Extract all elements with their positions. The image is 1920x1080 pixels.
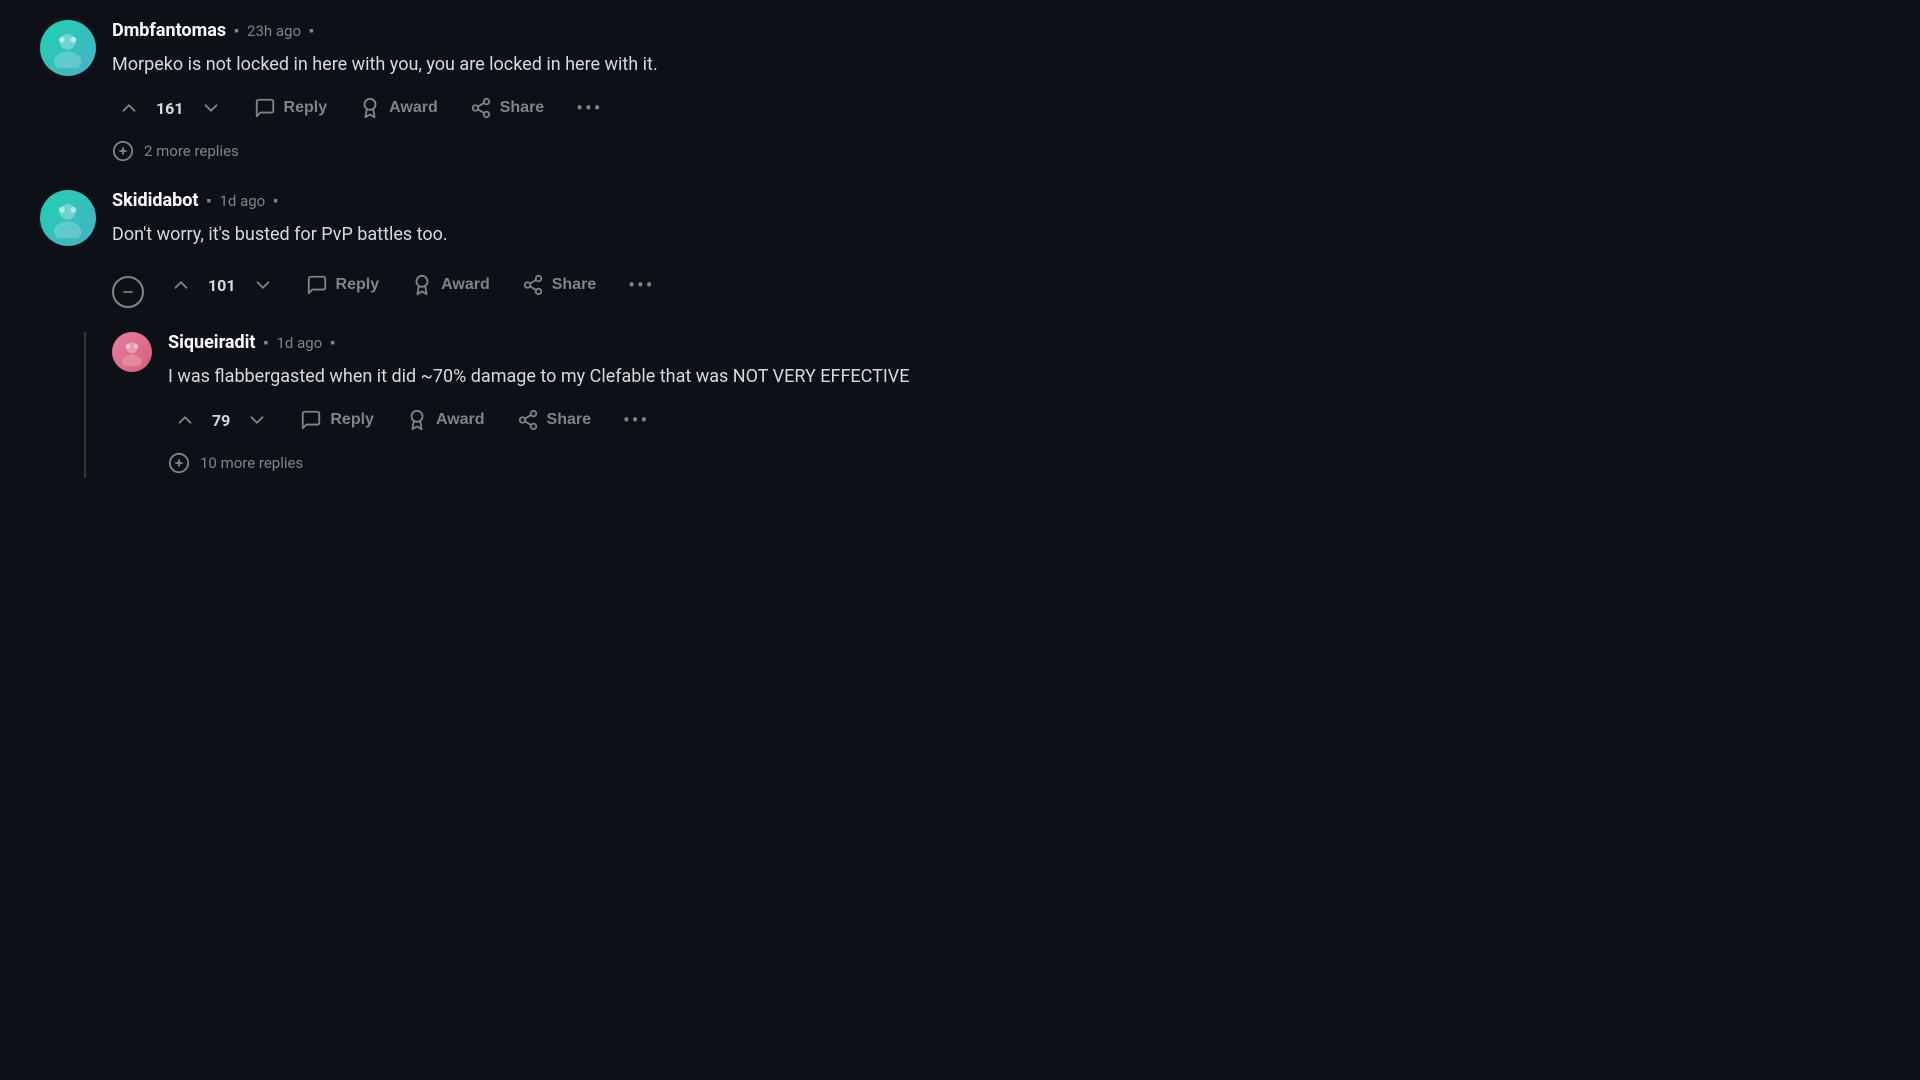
reply-username: Siqueiradit [168,332,255,353]
vote-count: 161 [156,99,184,118]
vote-group-2: 101 [164,270,280,300]
comment-meta: Dmbfantomas ▪ 23h ago ▪ [112,20,1360,41]
reply-vote-group: 79 [168,405,274,435]
username: Dmbfantomas [112,20,226,41]
action-bar: 161 Reply [112,92,1360,124]
avatar-2 [40,190,96,246]
reply-more-options-button[interactable]: ••• [617,404,655,436]
comment-block-2: Skididabot ▪ 1d ago ▪ Don't worry, it's … [40,190,1360,478]
reply-meta: Siqueiradit ▪ 1d ago ▪ [168,332,1360,353]
comment-meta-2: Skididabot ▪ 1d ago ▪ [112,190,1360,211]
avatar-3 [112,332,152,372]
reply-more-replies-button[interactable]: 10 more replies [168,448,1360,478]
reply-reply-button[interactable]: Reply [294,405,380,435]
comment-text-2: Don't worry, it's busted for PvP battles… [112,221,1360,248]
share-button[interactable]: Share [464,93,550,123]
award-button-2[interactable]: Award [405,270,496,300]
action-bar-2: 101 Reply [112,262,1360,308]
reply-downvote-button[interactable] [240,405,274,435]
timestamp: 23h ago [247,22,301,40]
username-2: Skididabot [112,190,199,211]
upvote-button[interactable] [112,93,146,123]
collapse-button[interactable] [112,276,144,308]
downvote-button-2[interactable] [246,270,280,300]
reply-button-2[interactable]: Reply [300,270,386,300]
more-options-button-2[interactable]: ••• [622,269,660,301]
comment-block: Dmbfantomas ▪ 23h ago ▪ Morpeko is not l… [40,20,1360,166]
timestamp-2: 1d ago [219,192,265,210]
reply-text: I was flabbergasted when it did ~70% dam… [168,363,1360,390]
reply-block: Siqueiradit ▪ 1d ago ▪ I was flabbergast… [112,332,1360,478]
more-replies-button[interactable]: 2 more replies [112,136,1360,166]
comments-container: Dmbfantomas ▪ 23h ago ▪ Morpeko is not l… [0,0,1400,506]
reply-share-button[interactable]: Share [511,405,597,435]
reply-timestamp: 1d ago [276,334,322,352]
reply-upvote-button[interactable] [168,405,202,435]
comment-content-2: Skididabot ▪ 1d ago ▪ Don't worry, it's … [112,190,1360,478]
reply-button[interactable]: Reply [248,93,334,123]
avatar [40,20,96,76]
vote-count-2: 101 [208,276,236,295]
comment-content: Dmbfantomas ▪ 23h ago ▪ Morpeko is not l… [112,20,1360,166]
reply-action-bar: 79 Reply [168,404,1360,436]
upvote-button-2[interactable] [164,270,198,300]
downvote-button[interactable] [194,93,228,123]
award-button[interactable]: Award [353,93,444,123]
comment-text: Morpeko is not locked in here with you, … [112,51,1360,78]
reply-award-button[interactable]: Award [400,405,491,435]
share-button-2[interactable]: Share [516,270,602,300]
vote-group: 161 [112,93,228,123]
reply-content: Siqueiradit ▪ 1d ago ▪ I was flabbergast… [168,332,1360,478]
more-options-button[interactable]: ••• [570,92,608,124]
reply-vote-count: 79 [212,411,230,430]
